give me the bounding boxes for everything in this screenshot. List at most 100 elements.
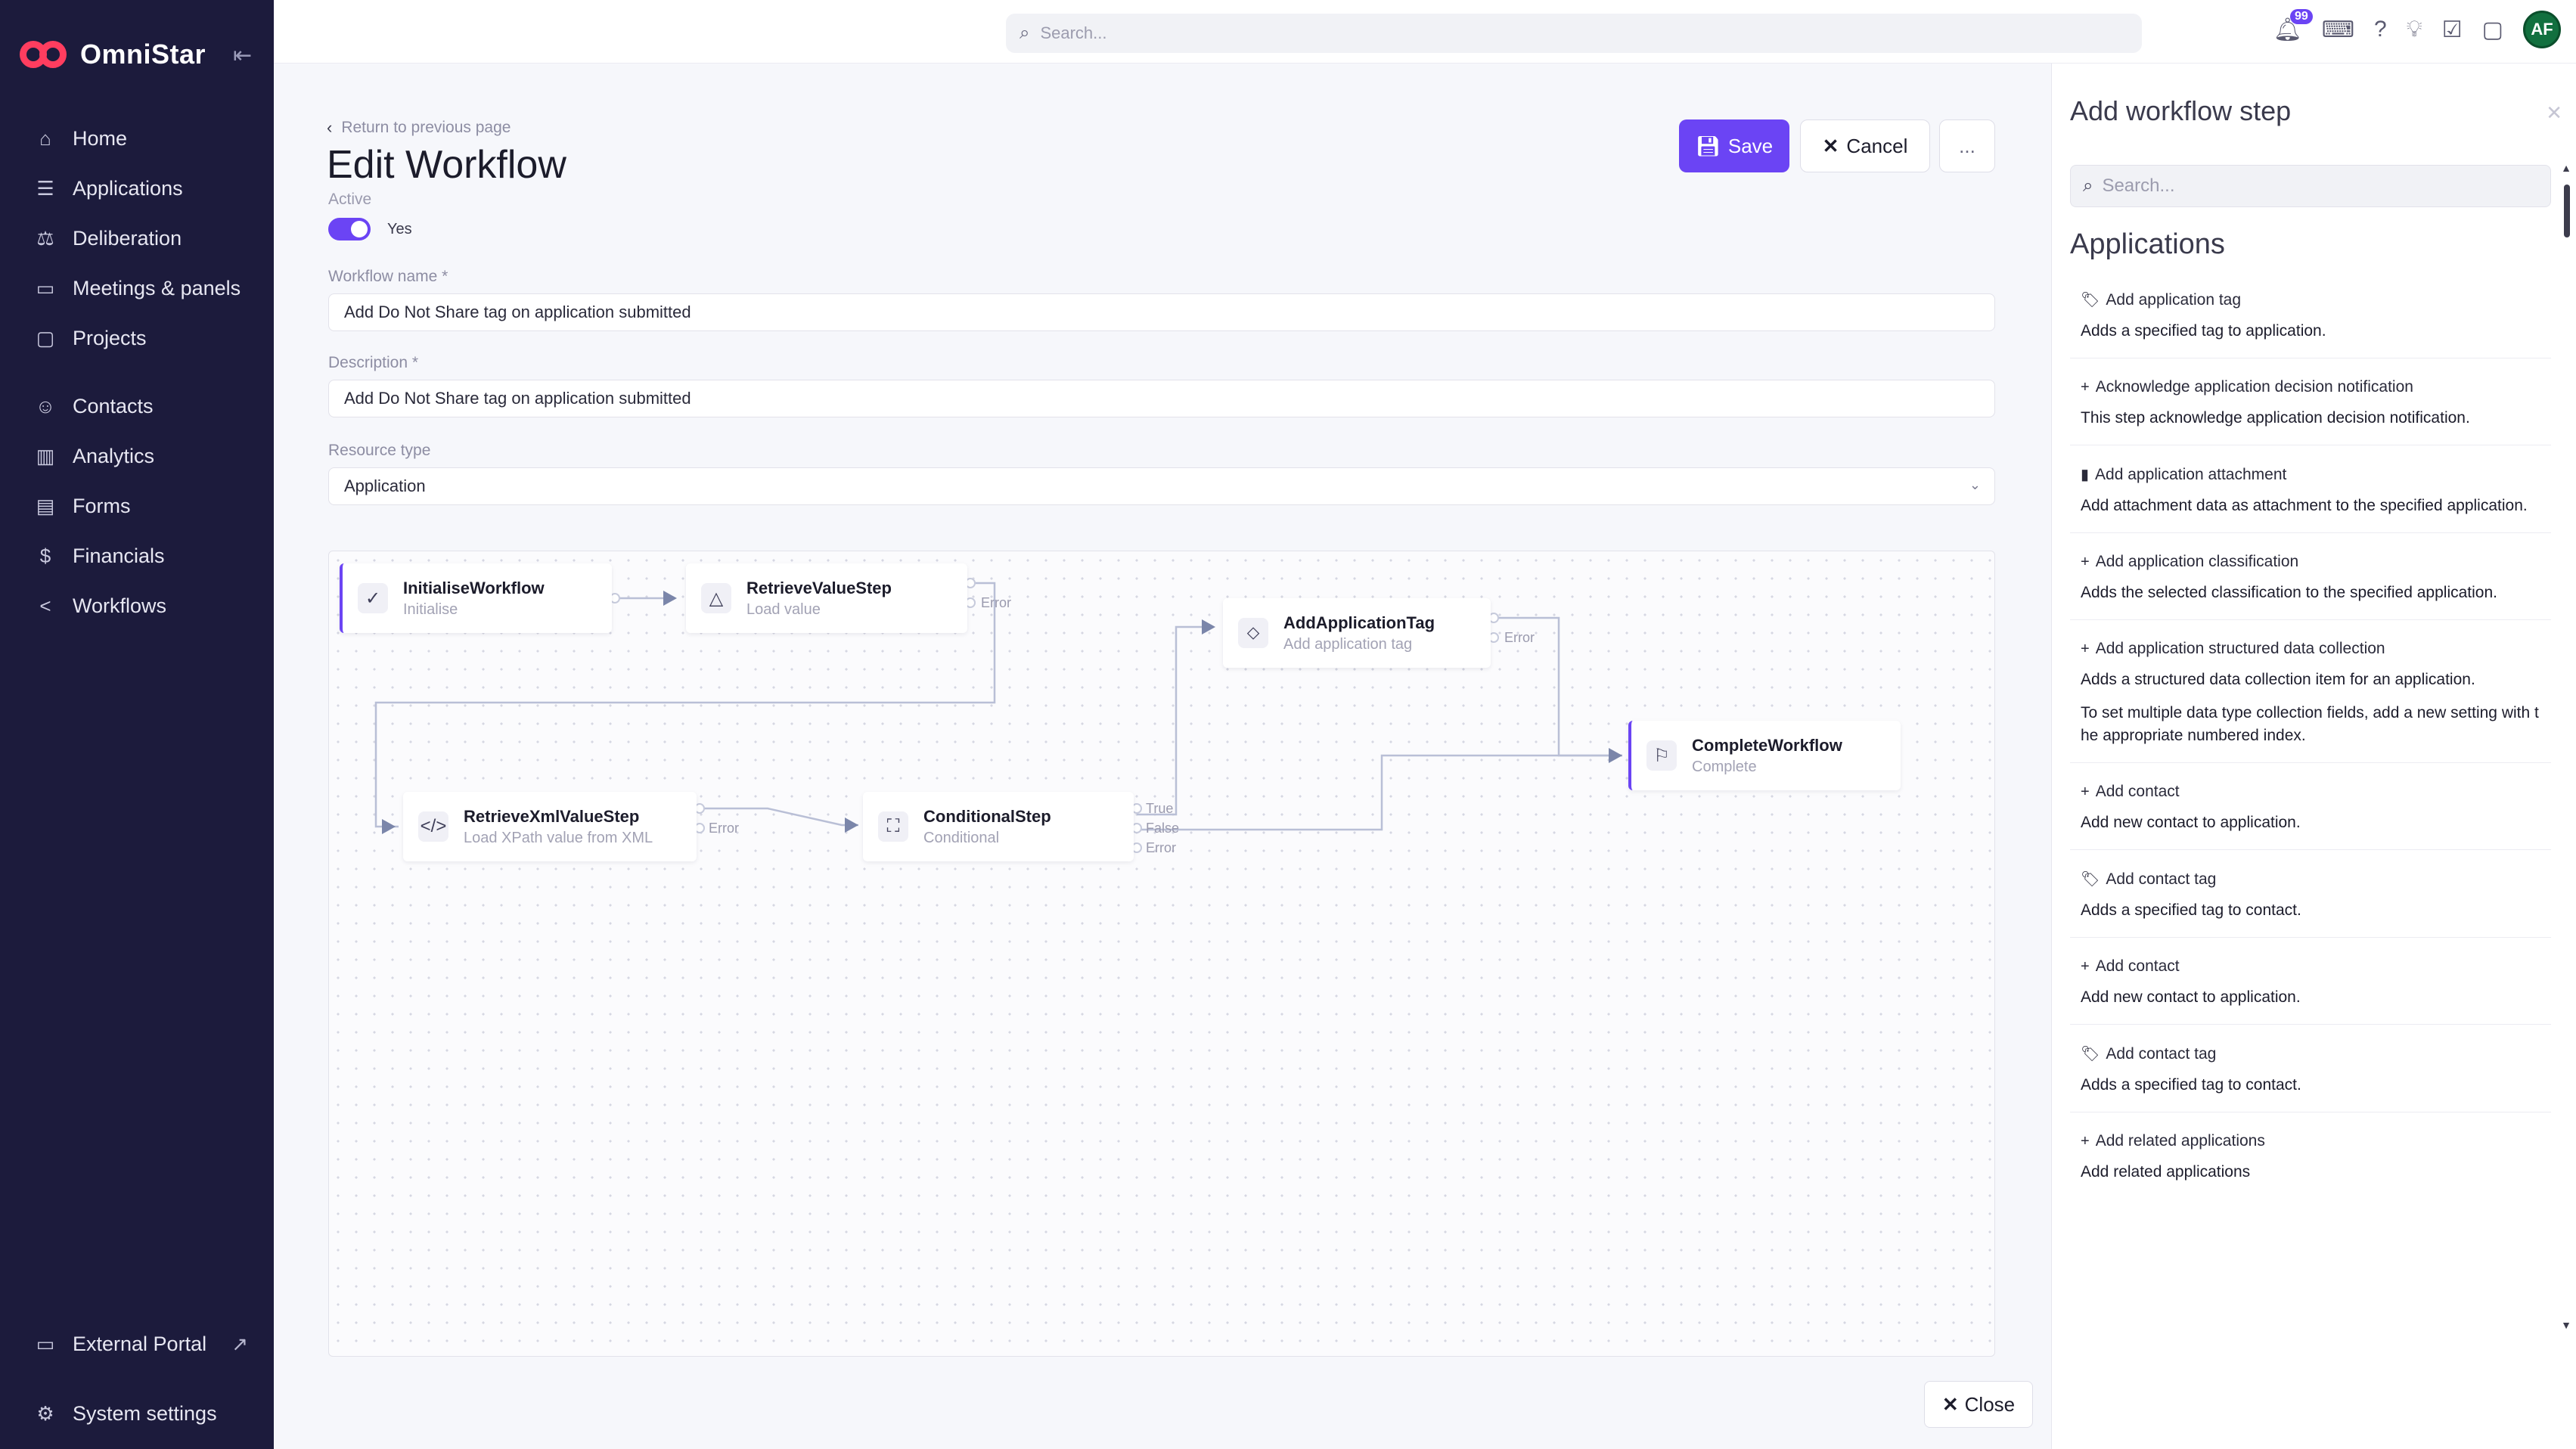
step-title: Add application attachment: [2095, 465, 2287, 483]
tag-icon: ⬦: [1238, 618, 1268, 648]
port-label-false: False: [1146, 821, 1180, 836]
more-options-button[interactable]: ...: [1939, 119, 1995, 172]
checkbox-icon[interactable]: ☑: [2442, 17, 2463, 43]
plus-icon: +: [2081, 553, 2090, 570]
sidebar-item-label: Forms: [73, 494, 131, 517]
node-title: ConditionalStep: [923, 806, 1051, 826]
node-subtitle: Load XPath value from XML: [464, 829, 653, 846]
help-icon[interactable]: ?: [2374, 17, 2387, 42]
node-subtitle: Load value: [746, 600, 821, 618]
description-input[interactable]: Add Do Not Share tag on application subm…: [328, 380, 1995, 417]
list-item[interactable]: + Acknowledge application decision notifi…: [2070, 378, 2551, 445]
arrow-xml: [382, 819, 396, 834]
step-description: Adds a specified tag to application.: [2081, 322, 2326, 340]
sidebar-item-system-settings[interactable]: ⚙ System settings: [0, 1388, 274, 1438]
node-retrieve-xml-value-step[interactable]: </> RetrieveXmlValueStep Load XPath value…: [403, 792, 697, 861]
step-title: Add contact tag: [2106, 1044, 2217, 1063]
sidebar-item-analytics[interactable]: ▥ Analytics: [0, 431, 274, 481]
step-description: Add related applications: [2081, 1163, 2251, 1181]
active-toggle-value: Yes: [387, 221, 412, 237]
calendar-icon: ▭: [36, 276, 55, 299]
sidebar-item-applications[interactable]: ☰ Applications: [0, 163, 274, 213]
list-item[interactable]: + Add contact Add new contact to applicat…: [2070, 957, 2551, 1025]
node-subtitle: Add application tag: [1283, 635, 1413, 653]
gear-icon: ⚙: [36, 1401, 54, 1425]
node-add-application-tag[interactable]: ⬦ AddApplicationTag Add application tag: [1223, 598, 1491, 668]
bell-icon[interactable]: 🔔︎ 99: [2273, 8, 2313, 43]
step-description: Add attachment data as attachment to the…: [2081, 497, 2528, 514]
file-icon: ▮: [2081, 467, 2090, 483]
step-title: Add application structured data collecti…: [2095, 640, 2385, 657]
list-item[interactable]: 🏷︎ Add contact tag Adds a specified tag t…: [2070, 1044, 2551, 1112]
close-icon: ✕: [1822, 134, 1839, 157]
monitor-icon: ▢: [36, 326, 55, 349]
save-button[interactable]: 💾︎ Save: [1679, 119, 1789, 172]
list-item[interactable]: ▮ Add application attachment Add attachme…: [2070, 465, 2551, 533]
notification-badge: 99: [2289, 8, 2313, 24]
step-title: Acknowledge application decision notific…: [2095, 378, 2413, 396]
step-title: Add related applications: [2095, 1132, 2265, 1150]
sidebar-item-label: Meetings & panels: [73, 276, 241, 299]
conditional-icon: ⛶: [878, 811, 908, 842]
node-subtitle: Complete: [1692, 758, 1757, 775]
workflow-name-input[interactable]: Add Do Not Share tag on application subm…: [328, 293, 1995, 331]
node-initialise-workflow[interactable]: ✓ InitialiseWorkflow Initialise: [340, 563, 612, 633]
panel-title: Add workflow step: [2070, 95, 2292, 126]
scrollbar-thumb[interactable]: [2564, 185, 2570, 237]
sidebar-item-label: Deliberation: [73, 226, 182, 250]
sidebar-item-contacts[interactable]: ☺ Contacts: [0, 381, 274, 431]
list-item[interactable]: 🏷︎ Add contact tag Adds a specified tag t…: [2070, 870, 2551, 938]
sidebar-item-home[interactable]: ⌂ Home: [0, 113, 274, 163]
scroll-up-icon[interactable]: ▲: [2561, 162, 2571, 174]
list-icon: ☰: [36, 176, 54, 200]
sidebar-item-label: Analytics: [73, 444, 155, 467]
node-conditional-step[interactable]: ⛶ ConditionalStep Conditional: [863, 792, 1134, 861]
back-link[interactable]: ‹ Return to previous page: [327, 118, 511, 138]
chat-icon[interactable]: ▢: [2482, 17, 2503, 43]
workflow-canvas[interactable]: ✓ InitialiseWorkflow Initialise △ Retriev…: [328, 551, 1995, 1357]
list-item[interactable]: 🏷︎ Add application tag Adds a specified t…: [2070, 290, 2551, 358]
close-panel-button[interactable]: ✕ Close: [1924, 1381, 2033, 1428]
port-label-error: Error: [709, 821, 739, 836]
cancel-button[interactable]: ✕ Cancel: [1800, 119, 1930, 172]
port-label-error: Error: [1146, 840, 1176, 855]
list-item[interactable]: + Add related applications Add related ap…: [2070, 1132, 2551, 1199]
list-item[interactable]: + Add application structured data collect…: [2070, 640, 2551, 763]
sidebar-item-external-portal[interactable]: ▭ External Portal ↗: [0, 1319, 274, 1369]
collapse-sidebar-icon[interactable]: ⇤: [233, 42, 252, 69]
node-subtitle: Initialise: [403, 600, 458, 618]
node-complete-workflow[interactable]: ⚐ CompleteWorkflow Complete: [1628, 721, 1901, 790]
code-icon: </>: [418, 811, 448, 842]
dollar-icon: $: [39, 544, 51, 567]
active-toggle[interactable]: [328, 218, 371, 240]
sidebar-item-financials[interactable]: $ Financials: [0, 531, 274, 581]
search-placeholder: Search...: [2102, 175, 2175, 196]
sidebar-item-label: System settings: [73, 1401, 217, 1425]
sidebar-item-label: Applications: [73, 176, 183, 200]
sidebar-item-projects[interactable]: ▢ Projects: [0, 313, 274, 363]
list-item[interactable]: + Add contact Add new contact to applicat…: [2070, 783, 2551, 850]
list-item[interactable]: + Add application classification Adds the…: [2070, 553, 2551, 620]
main-content: ‹ Return to previous page Edit Workflow …: [274, 64, 2051, 1449]
app-name: OmniStar: [80, 39, 206, 70]
global-search-input[interactable]: ⌕ Search...: [1006, 14, 2142, 53]
sidebar-item-forms[interactable]: ▤ Forms: [0, 481, 274, 531]
avatar[interactable]: AF: [2523, 11, 2561, 48]
plus-icon: +: [2081, 1132, 2090, 1150]
step-title: Add application tag: [2106, 290, 2242, 309]
resource-type-select[interactable]: Application ⌄: [328, 467, 1995, 505]
sidebar-item-workflows[interactable]: < Workflows: [0, 581, 274, 631]
app-logo[interactable]: OmniStar: [14, 35, 206, 74]
step-description: Adds a structured data collection item f…: [2081, 671, 2475, 688]
node-retrieve-value-step[interactable]: △ RetrieveValueStep Load value: [686, 563, 967, 633]
lightbulb-icon[interactable]: 💡︎: [2407, 17, 2422, 42]
more-label: ...: [1959, 134, 1975, 157]
step-search-input[interactable]: ⌕ Search...: [2070, 165, 2551, 207]
node-title: AddApplicationTag: [1283, 613, 1435, 632]
keyboard-icon[interactable]: ⌨: [2322, 17, 2354, 43]
scroll-down-icon[interactable]: ▼: [2561, 1319, 2571, 1331]
sidebar-item-meetings[interactable]: ▭ Meetings & panels: [0, 263, 274, 313]
sidebar-item-deliberation[interactable]: ⚖ Deliberation: [0, 213, 274, 263]
node-title: RetrieveXmlValueStep: [464, 806, 640, 826]
close-icon[interactable]: ✕: [2546, 101, 2562, 125]
